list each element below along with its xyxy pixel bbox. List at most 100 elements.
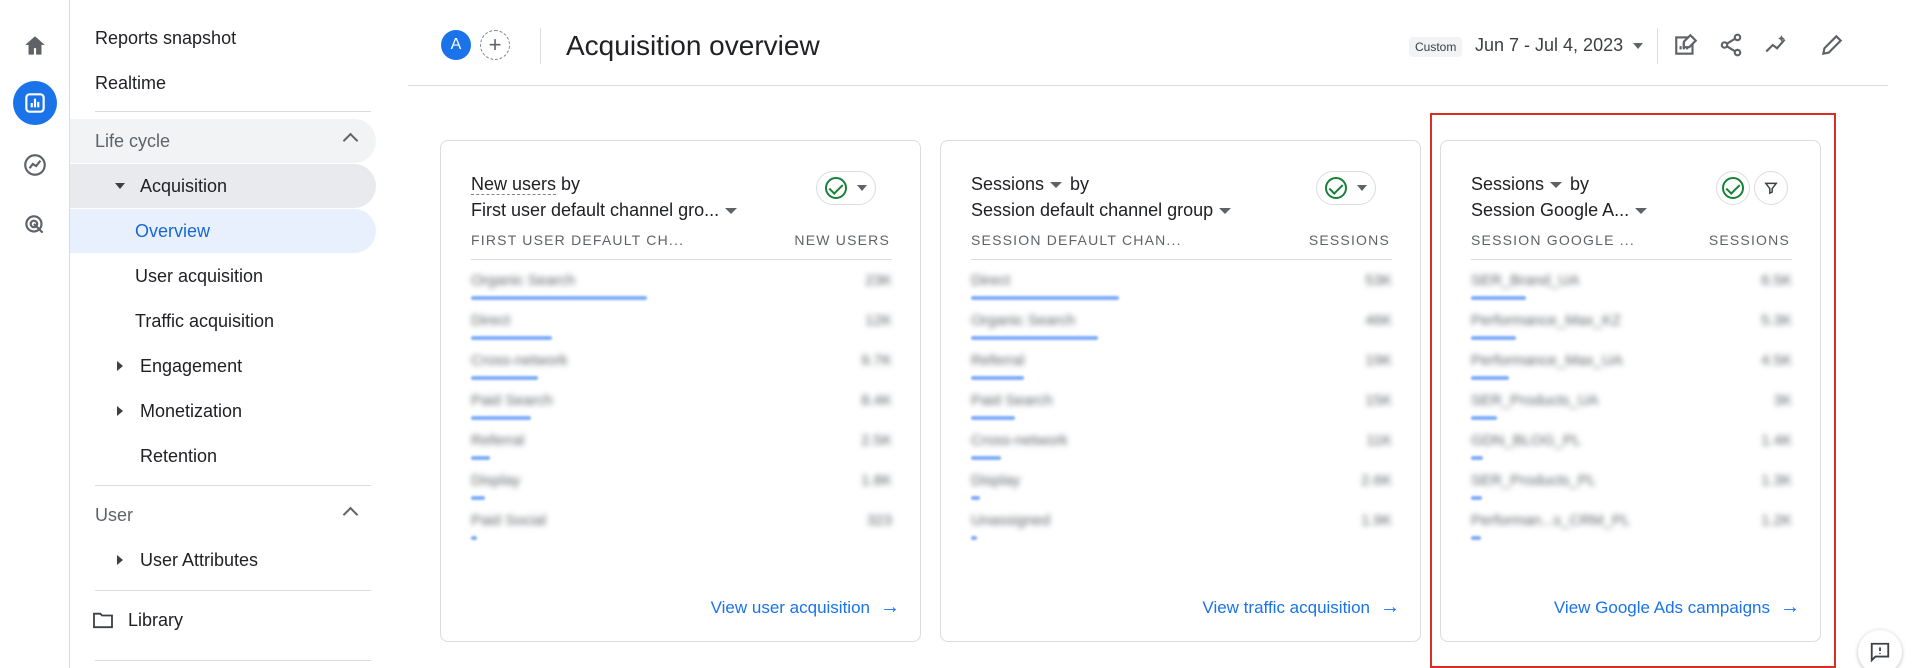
header-divider xyxy=(408,85,1888,86)
metric-selector[interactable]: New users xyxy=(471,174,557,195)
table-row[interactable]: SER_Products_PL 1.3K xyxy=(1471,466,1792,506)
sidebar-item-traffic-acquisition[interactable]: Traffic acquisition xyxy=(135,299,274,343)
table-row[interactable]: Cross-network 9.7K xyxy=(471,346,892,386)
table-row[interactable]: Cross-network 11K xyxy=(971,426,1392,466)
sidebar-item-reports-snapshot[interactable]: Reports snapshot xyxy=(95,16,236,60)
card-title: Sessions by Session Google A... xyxy=(1471,171,1655,223)
card-title: New users by First user default channel … xyxy=(471,171,745,223)
table-row[interactable]: Unassigned 1.9K xyxy=(971,506,1392,546)
column-header-dimension: SESSION DEFAULT CHAN... xyxy=(971,232,1182,248)
sidebar-item-label: Engagement xyxy=(140,355,243,376)
row-bar xyxy=(471,456,491,460)
row-bar xyxy=(971,336,1099,340)
sidebar-item-library[interactable]: Library xyxy=(92,598,183,642)
view-google-ads-campaigns-link[interactable]: View Google Ads campaigns → xyxy=(1554,596,1800,619)
table-row[interactable]: Organic Search 23K xyxy=(471,266,892,306)
sidebar-item-label: Library xyxy=(128,609,184,630)
compare-status-button[interactable] xyxy=(1716,171,1750,205)
by-label: by xyxy=(561,174,581,194)
main-content: A + Acquisition overview Custom Jun 7 - … xyxy=(380,0,1913,668)
customize-report-icon[interactable] xyxy=(1671,30,1701,60)
sidebar-item-overview-label: Overview xyxy=(135,209,210,253)
divider xyxy=(971,259,1392,260)
row-label: Paid Search xyxy=(971,392,1053,409)
table-row[interactable]: Paid Search 15K xyxy=(971,386,1392,426)
left-rail xyxy=(0,0,70,668)
table-row[interactable]: Referral 19K xyxy=(971,346,1392,386)
check-circle-icon xyxy=(1722,177,1744,199)
card-new-users: New users by First user default channel … xyxy=(440,140,921,642)
sidebar-item-overview[interactable] xyxy=(70,209,376,253)
row-label: Display xyxy=(971,472,1021,489)
column-header-metric: SESSIONS xyxy=(1708,232,1790,248)
row-value: 1.4K xyxy=(1761,432,1792,449)
check-circle-icon xyxy=(1325,177,1347,199)
reports-icon[interactable] xyxy=(13,81,57,125)
sidebar-item-user-acquisition[interactable]: User acquisition xyxy=(135,254,263,298)
row-bar xyxy=(971,536,977,540)
row-bar xyxy=(1471,496,1482,500)
table-row[interactable]: Paid Search 8.4K xyxy=(471,386,892,426)
caret-down-icon xyxy=(115,183,125,189)
row-bar xyxy=(471,376,538,380)
column-header-metric: NEW USERS xyxy=(794,232,890,248)
sidebar-section-user[interactable]: User xyxy=(70,493,376,537)
home-icon[interactable] xyxy=(13,24,57,68)
table-row[interactable]: Paid Social 323 xyxy=(471,506,892,546)
view-user-acquisition-link[interactable]: View user acquisition → xyxy=(711,596,900,619)
table-row[interactable]: GDN_BLOG_PL 1.4K xyxy=(1471,426,1792,466)
sidebar-item-user-attributes[interactable]: User Attributes xyxy=(115,538,258,582)
comparison-avatar[interactable]: A xyxy=(441,30,471,60)
table-row[interactable]: SER_Products_UA 3K xyxy=(1471,386,1792,426)
card-sessions-channel: Sessions by Session default channel group… xyxy=(940,140,1421,642)
caret-down-icon xyxy=(1357,185,1367,191)
edit-pencil-icon[interactable] xyxy=(1817,30,1847,60)
view-traffic-acquisition-link[interactable]: View traffic acquisition → xyxy=(1202,596,1400,619)
compare-status-dropdown[interactable] xyxy=(816,171,876,205)
insights-icon[interactable] xyxy=(1761,30,1791,60)
row-bar xyxy=(971,416,1016,420)
row-value: 8.4K xyxy=(861,392,892,409)
table-row[interactable]: Organic Search 46K xyxy=(971,306,1392,346)
row-label: Direct xyxy=(471,312,511,329)
row-value: 53K xyxy=(1365,272,1392,289)
dimension-selector[interactable]: First user default channel gro... xyxy=(471,200,719,220)
date-range-picker[interactable]: Jun 7 - Jul 4, 2023 xyxy=(1475,35,1644,56)
table-row[interactable]: Performan...s_CRM_PL 1.2K xyxy=(1471,506,1792,546)
table-row[interactable]: Display 2.6K xyxy=(971,466,1392,506)
row-label: GDN_BLOG_PL xyxy=(1471,432,1582,449)
table-row[interactable]: Display 1.8K xyxy=(471,466,892,506)
compare-status-dropdown[interactable] xyxy=(1316,171,1376,205)
filter-button[interactable] xyxy=(1754,171,1788,205)
sidebar-item-realtime[interactable]: Realtime xyxy=(95,61,166,105)
row-value: 5.3K xyxy=(1761,312,1792,329)
dimension-selector[interactable]: Session Google A... xyxy=(1471,200,1629,220)
table-row[interactable]: Performance_Max_UA 4.5K xyxy=(1471,346,1792,386)
sidebar-item-label: User acquisition xyxy=(135,265,264,286)
caret-down-icon xyxy=(857,185,867,191)
sidebar-item-retention[interactable]: Retention xyxy=(115,434,217,478)
sidebar-nav: Reports snapshot Realtime Life cycle Acq… xyxy=(70,0,380,668)
sidebar-item-acquisition-label: Acquisition xyxy=(115,164,227,208)
metric-selector[interactable]: Sessions xyxy=(1471,174,1544,194)
row-value: 2.6K xyxy=(1361,472,1392,489)
dimension-selector[interactable]: Session default channel group xyxy=(971,200,1213,220)
table-row[interactable]: Performance_Max_KZ 5.3K xyxy=(1471,306,1792,346)
share-icon[interactable] xyxy=(1716,30,1746,60)
table-row[interactable]: Direct 53K xyxy=(971,266,1392,306)
explore-icon[interactable] xyxy=(13,143,57,187)
sidebar-item-monetization[interactable]: Monetization xyxy=(115,389,242,433)
feedback-button[interactable] xyxy=(1858,630,1902,668)
table-row[interactable]: Referral 2.5K xyxy=(471,426,892,466)
sidebar-section-lifecycle[interactable]: Life cycle xyxy=(70,119,376,163)
table-row[interactable]: Direct 12K xyxy=(471,306,892,346)
divider xyxy=(471,259,892,260)
row-bar xyxy=(1471,456,1483,460)
metric-selector[interactable]: Sessions xyxy=(971,174,1044,194)
advertising-icon[interactable] xyxy=(13,203,57,247)
filter-icon xyxy=(1764,182,1778,195)
row-value: 1.3K xyxy=(1761,472,1792,489)
add-comparison-button[interactable]: + xyxy=(480,30,510,60)
sidebar-item-engagement[interactable]: Engagement xyxy=(115,344,242,388)
table-row[interactable]: SER_Brand_UA 6.5K xyxy=(1471,266,1792,306)
